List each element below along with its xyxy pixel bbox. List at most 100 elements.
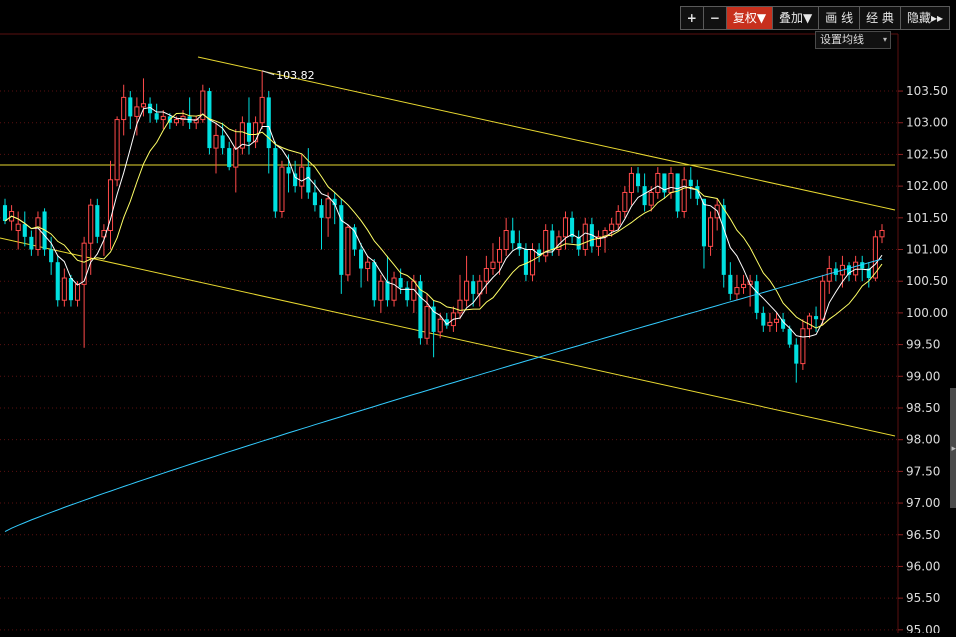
candle-body-56 [372, 262, 377, 301]
candle-body-96 [635, 173, 641, 187]
y-tick-label-5: 101.00 [906, 243, 948, 257]
candle-body-9 [61, 277, 67, 301]
candle-102 [675, 173, 680, 218]
y-tick-label-13: 97.00 [906, 496, 940, 510]
candle-body-33 [220, 135, 225, 149]
candle-body-69 [457, 299, 463, 314]
y-tick-label-2: 102.50 [906, 147, 948, 161]
y-tick-label-3: 102.00 [906, 179, 948, 193]
candle-body-20 [134, 106, 140, 117]
candle-114 [754, 274, 759, 320]
candle-63 [418, 274, 423, 345]
candle-14 [95, 198, 100, 244]
candle-body-79 [523, 249, 528, 275]
ma-settings-dropdown[interactable]: 设置均线 ▾ [815, 31, 891, 49]
candle-body-2 [15, 223, 21, 231]
candle-body-75 [497, 249, 503, 263]
candle-body-60 [398, 278, 403, 288]
candle-body-76 [503, 229, 509, 251]
candle-52 [345, 224, 351, 282]
candle-body-71 [471, 281, 476, 294]
candle-body-57 [378, 280, 384, 301]
y-tick-label-9: 99.00 [906, 369, 940, 383]
candle-body-11 [74, 283, 81, 301]
y-tick-label-8: 99.50 [906, 338, 940, 352]
classic-button[interactable]: 经 典 [860, 7, 901, 29]
kline-chart[interactable]: 103.50 103.00 102.50 102.00 101.50 101.00 100.… [0, 0, 956, 637]
candle-body-39 [259, 96, 265, 124]
candle-body-115 [761, 312, 766, 326]
candle-body-80 [529, 249, 536, 276]
zoom-out-button[interactable]: − [704, 7, 727, 29]
y-tick-label-7: 100.00 [906, 306, 948, 320]
candle-body-110 [728, 274, 733, 294]
candle-body-116 [767, 321, 773, 327]
chart-canvas[interactable]: 103.50 103.00 102.50 102.00 101.50 101.00 100.… [0, 0, 956, 637]
candle-body-95 [628, 172, 634, 193]
candle-body-111 [734, 287, 740, 295]
draw-line-button[interactable]: 画 线 [819, 7, 861, 29]
candle-body-58 [385, 281, 390, 301]
candle-42 [279, 160, 285, 218]
candle-body-109 [721, 205, 726, 275]
candle-body-92 [609, 223, 615, 231]
candle-body-52 [345, 226, 351, 276]
candle-body-32 [213, 134, 219, 149]
candle-body-94 [622, 191, 628, 212]
scroll-right-arrow-icon[interactable]: ▸ [951, 444, 956, 454]
candle-body-40 [266, 97, 271, 149]
candle-body-0 [2, 205, 8, 221]
candle-body-13 [88, 204, 94, 244]
y-tick-label-0: 103.50 [906, 84, 948, 98]
y-tick-label-16: 95.50 [906, 591, 940, 605]
candle-body-93 [615, 210, 621, 225]
chart-toolbar: + − 复权▼ 叠加▼ 画 线 经 典 隐藏▸▸ [679, 6, 950, 30]
candle-body-8 [55, 262, 60, 301]
candle-56 [372, 259, 377, 307]
candle-body-125 [826, 268, 832, 282]
zoom-in-button[interactable]: + [681, 7, 704, 29]
candle-body-45 [299, 166, 305, 187]
candle-body-114 [754, 281, 759, 313]
y-tick-label-17: 95.00 [906, 623, 940, 633]
diejia-button[interactable]: 叠加▼ [773, 7, 820, 29]
candle-body-4 [29, 236, 34, 250]
candle-body-47 [312, 192, 317, 206]
candle-body-17 [114, 119, 120, 181]
candle-body-119 [787, 328, 792, 345]
max-annotation-label: 103.82 [276, 69, 315, 82]
candle-6 [42, 208, 47, 256]
candle-body-101 [668, 172, 674, 193]
y-tick-label-14: 96.50 [906, 528, 940, 542]
fuquan-button[interactable]: 复权▼ [726, 7, 774, 29]
candle-body-41 [273, 148, 278, 212]
y-tick-label-1: 103.00 [906, 116, 948, 130]
candle-body-129 [853, 261, 859, 276]
candle-body-133 [879, 229, 885, 238]
candle-body-18 [121, 96, 127, 121]
candle-body-54 [359, 249, 364, 269]
y-tick-label-10: 98.50 [906, 401, 940, 415]
candle-body-123 [814, 316, 819, 320]
candle-body-106 [701, 198, 707, 247]
candle-body-102 [675, 173, 680, 212]
candle-body-83 [550, 230, 555, 250]
candle-body-7 [49, 249, 54, 263]
candle-body-23 [154, 113, 159, 120]
candle-31 [207, 87, 212, 155]
y-tick-label-12: 97.50 [906, 464, 940, 478]
candle-body-118 [781, 319, 786, 329]
candle-body-44 [293, 173, 298, 187]
y-tick-label-6: 100.50 [906, 274, 948, 288]
candle-body-70 [464, 280, 470, 301]
triangle-down-icon: ▾ [882, 35, 887, 44]
candle-119 [787, 325, 792, 348]
candle-body-64 [424, 306, 430, 339]
candle-body-37 [246, 122, 252, 142]
y-tick-label-11: 98.00 [906, 433, 940, 447]
candle-body-19 [128, 97, 133, 117]
y-tick-label-15: 96.00 [906, 559, 940, 573]
candle-body-21 [140, 103, 147, 108]
hide-button[interactable]: 隐藏▸▸ [901, 7, 949, 29]
candle-body-85 [562, 217, 569, 238]
